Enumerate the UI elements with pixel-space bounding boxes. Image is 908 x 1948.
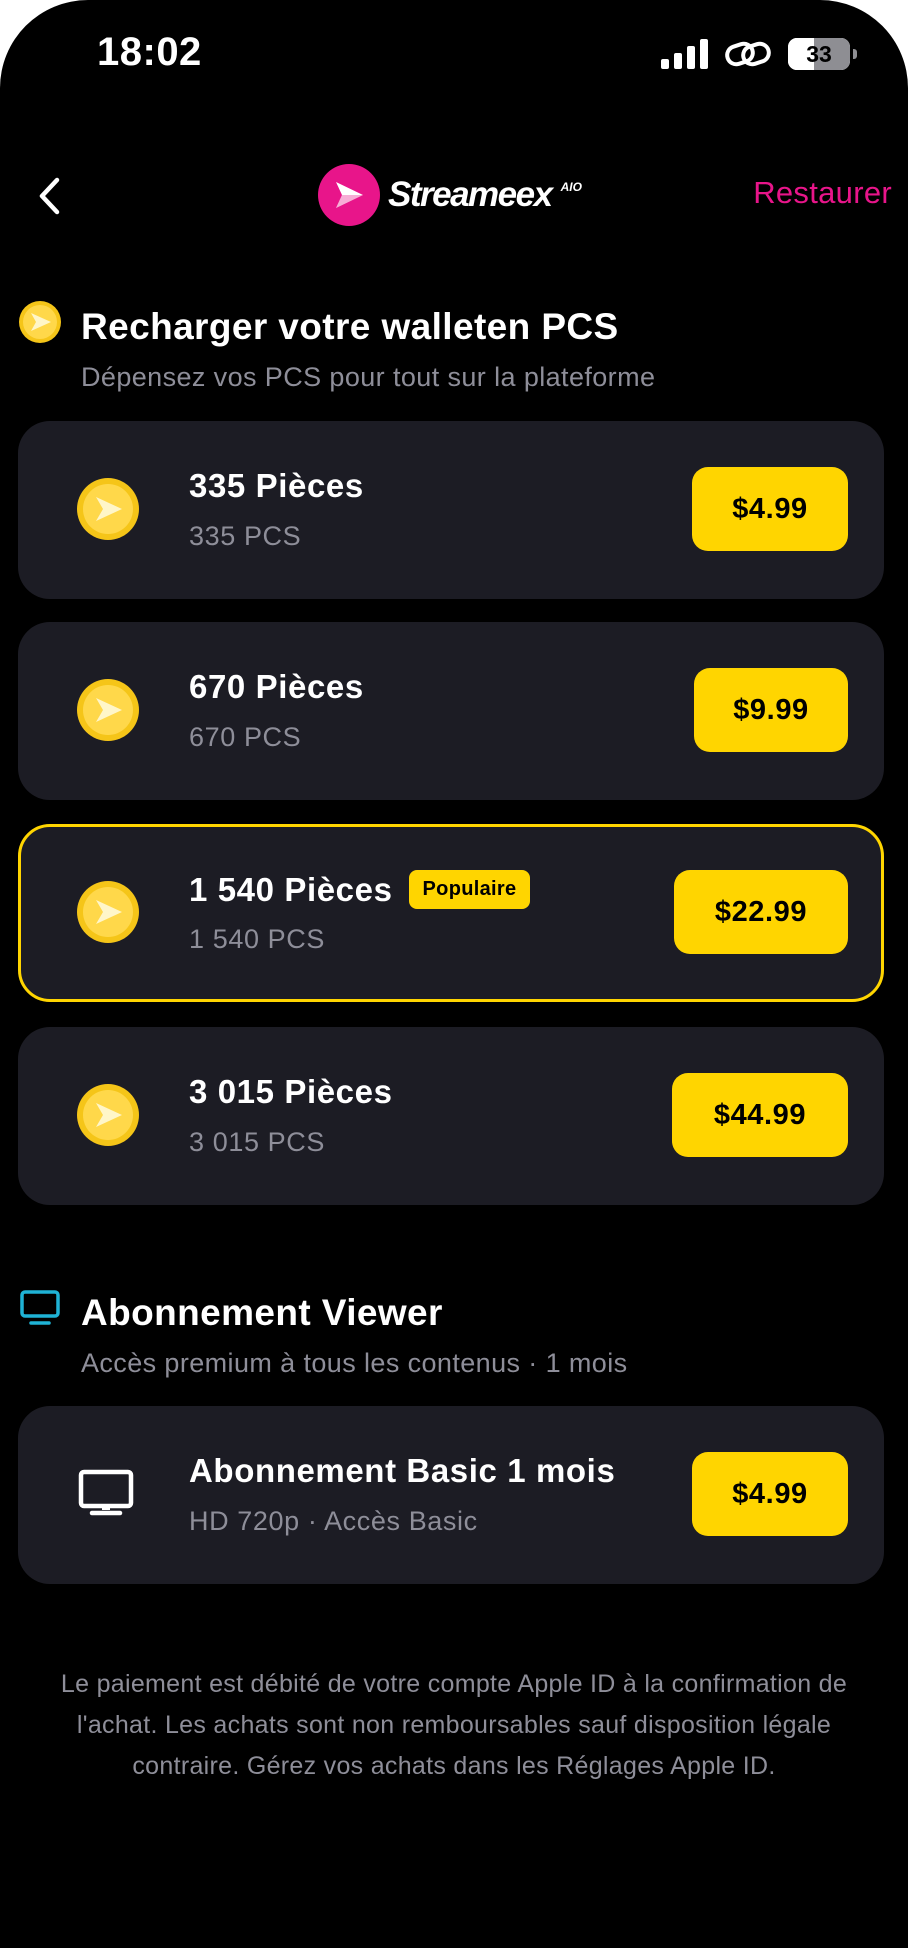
play-arrow-icon (336, 182, 363, 208)
subscription-section-subtitle: Accès premium à tous les contenus · 1 mo… (81, 1348, 628, 1378)
status-icons: 33 (661, 38, 857, 70)
logo-text: Streameex (388, 175, 553, 214)
buy-button[interactable]: $44.99 (672, 1073, 848, 1157)
pack-title: 1 540 Pièces Populaire (189, 870, 531, 909)
popular-badge: Populaire (408, 870, 531, 909)
chevron-left-icon (39, 177, 60, 215)
logo-mark (318, 164, 380, 226)
wallet-section-title: Recharger votre walleten PCS (81, 306, 619, 347)
link-icon (725, 41, 771, 67)
pack-subtitle: 3 015 PCS (189, 1127, 325, 1157)
subscribe-button[interactable]: $4.99 (692, 1452, 848, 1536)
coin-icon (77, 1084, 139, 1146)
coin-pack-card[interactable]: 3 015 Pièces 3 015 PCS $44.99 (18, 1027, 884, 1205)
tv-icon (78, 1469, 134, 1516)
tv-icon (18, 1286, 62, 1330)
battery-level: 33 (806, 40, 832, 67)
restore-button[interactable]: Restaurer (753, 175, 892, 211)
subscription-plan-card[interactable]: Abonnement Basic 1 mois HD 720p · Accès … (18, 1406, 884, 1584)
plan-subtitle: HD 720p · Accès Basic (189, 1506, 478, 1536)
wallet-section-header (18, 300, 62, 344)
status-time: 18:02 (97, 30, 202, 74)
coin-icon (77, 679, 139, 741)
pack-title: 3 015 Pièces (189, 1073, 393, 1110)
app-logo: Streameex AIO (318, 164, 582, 226)
legal-notice: Le paiement est débité de votre compte A… (60, 1670, 848, 1780)
back-button[interactable] (30, 172, 70, 220)
buy-button[interactable]: $22.99 (674, 870, 848, 954)
battery-icon: 33 (788, 38, 857, 70)
logo-suffix: AIO (560, 180, 582, 194)
coin-pack-card[interactable]: 670 Pièces 670 PCS $9.99 (18, 622, 884, 800)
pack-subtitle: 335 PCS (189, 521, 302, 551)
app-screen: 18:02 33 Streameex AIO Restaurer Recharg… (0, 0, 908, 1948)
buy-button[interactable]: $4.99 (692, 467, 848, 551)
pack-subtitle: 670 PCS (189, 722, 302, 752)
pack-title: 670 Pièces (189, 668, 364, 705)
subscription-section-title: Abonnement Viewer (81, 1292, 443, 1333)
coin-icon (77, 478, 139, 540)
pack-title: 335 Pièces (189, 467, 364, 504)
coin-icon (18, 300, 62, 344)
plan-title: Abonnement Basic 1 mois (189, 1452, 616, 1489)
pack-subtitle: 1 540 PCS (189, 924, 325, 954)
coin-icon (77, 881, 139, 943)
coin-pack-card[interactable]: 335 Pièces 335 PCS $4.99 (18, 421, 884, 599)
coin-pack-card-selected[interactable]: 1 540 Pièces Populaire 1 540 PCS $22.99 (18, 824, 884, 1002)
wallet-section-subtitle: Dépensez vos PCS pour tout sur la platef… (81, 362, 656, 392)
subscription-section-header (18, 1286, 62, 1330)
buy-button[interactable]: $9.99 (694, 668, 848, 752)
cellular-signal-icon (661, 39, 708, 69)
